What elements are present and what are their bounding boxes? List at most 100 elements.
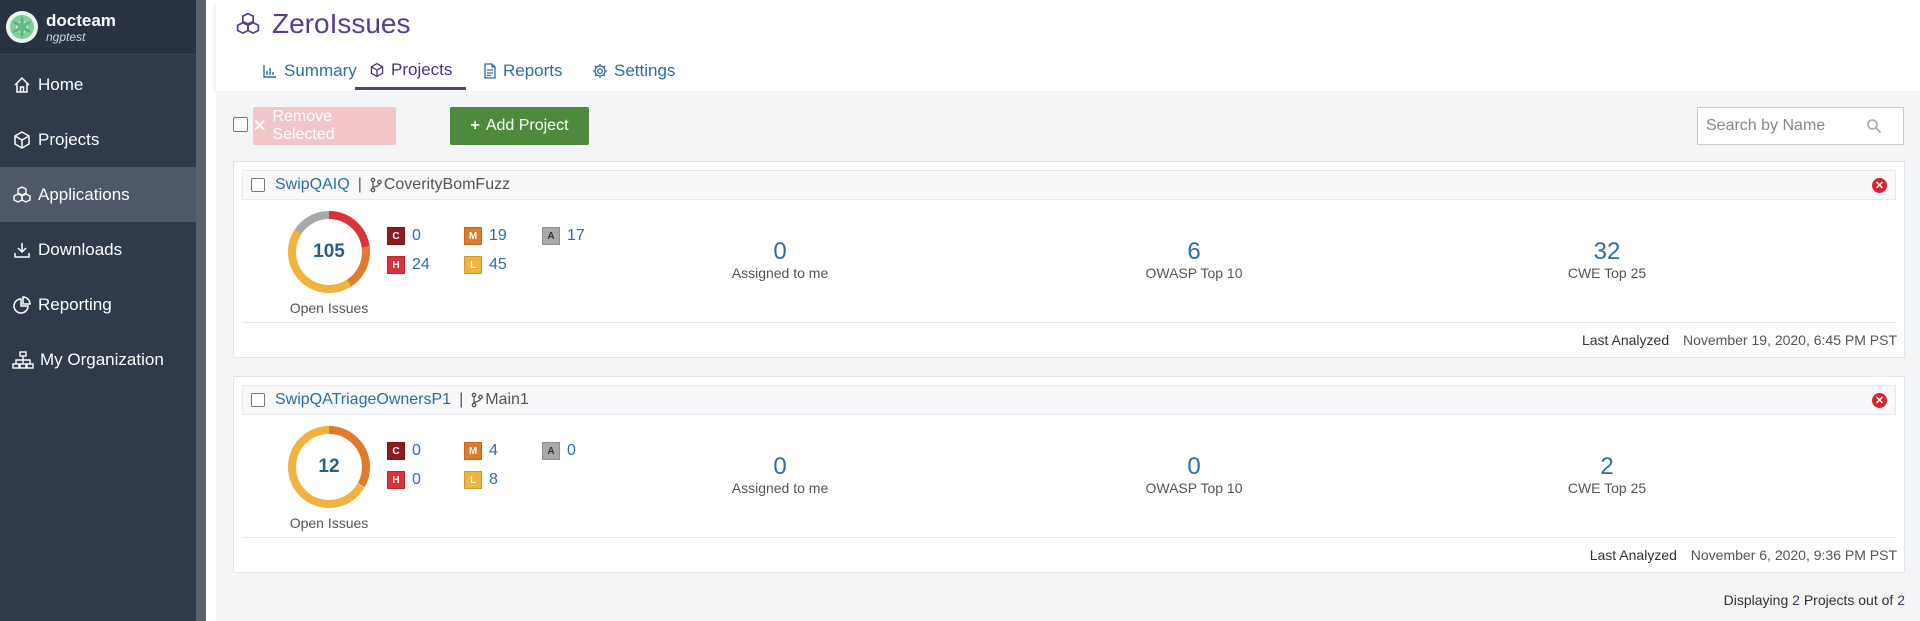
branch-icon <box>370 177 382 193</box>
tab-label: Settings <box>614 61 676 80</box>
footer-total: 2 <box>1897 592 1905 608</box>
branch-name: CoverityBomFuzz <box>383 176 511 193</box>
cwe-stat: 2 CWE Top 25 <box>1507 455 1707 497</box>
footer-prefix: Displaying <box>1723 592 1789 608</box>
open-issues-count[interactable]: 105 <box>287 210 371 294</box>
add-project-label: Add Project <box>485 117 569 134</box>
sidebar-item-home[interactable]: Home <box>0 57 196 112</box>
pagination-summary: Displaying 2 Projects out of 2 <box>1724 592 1905 608</box>
sidebar-item-label: Reporting <box>38 294 112 314</box>
project-name-link[interactable]: SwipQATriageOwnersP1 <box>275 391 451 409</box>
bar-chart-icon <box>263 65 276 78</box>
severity-high[interactable]: H 24 <box>387 256 430 274</box>
audit-badge: A <box>542 442 560 460</box>
open-issues-count[interactable]: 12 <box>287 425 371 509</box>
severity-medium[interactable]: M 19 <box>464 227 507 245</box>
tab-settings[interactable]: Settings <box>578 52 689 90</box>
severity-low[interactable]: L 8 <box>464 471 498 489</box>
add-project-button[interactable]: + Add Project <box>450 107 589 145</box>
close-icon: ✕ <box>253 118 267 135</box>
tab-label: Reports <box>503 61 563 80</box>
severity-count: 0 <box>412 442 421 459</box>
branch-label: Main1 <box>471 391 529 409</box>
severity-count: 0 <box>567 442 576 459</box>
last-analyzed-label: Last Analyzed <box>1581 332 1670 348</box>
critical-badge: C <box>387 442 405 460</box>
sidebar-item-reporting[interactable]: Reporting <box>0 277 196 332</box>
assigned-count[interactable]: 0 <box>680 240 880 264</box>
footer-shown: 2 <box>1792 592 1800 608</box>
owasp-label: OWASP Top 10 <box>1145 265 1243 281</box>
separator: | <box>357 176 362 193</box>
sidebar-item-my-organization[interactable]: My Organization <box>0 332 196 387</box>
branch-name: Main1 <box>485 391 529 408</box>
pie-chart-icon <box>13 295 31 314</box>
org-name: docteam <box>46 10 116 30</box>
low-badge: L <box>464 471 482 489</box>
page-title: ZeroIssues <box>234 8 411 40</box>
search-icon <box>1867 119 1882 134</box>
severity-count: 0 <box>412 227 421 244</box>
cwe-label: CWE Top 25 <box>1567 265 1647 281</box>
project-checkbox[interactable] <box>251 393 265 407</box>
tab-projects[interactable]: Projects <box>355 52 467 90</box>
sidebar-item-downloads[interactable]: Downloads <box>0 222 196 277</box>
severity-medium[interactable]: M 4 <box>464 442 498 460</box>
sidebar-item-label: Downloads <box>38 239 123 259</box>
high-badge: H <box>387 471 405 489</box>
project-card-header: SwipQAIQ | CoverityBomFuzz ✕ <box>242 170 1896 200</box>
open-issues-label: Open Issues <box>289 515 369 531</box>
last-analyzed: Last Analyzed November 19, 2020, 6:45 PM… <box>1582 332 1897 348</box>
org-switcher[interactable]: docteam ngptest <box>0 0 196 55</box>
projects-panel: ✕ Remove Selected + Add Project SwipQAIQ… <box>216 91 1920 621</box>
severity-count: 4 <box>489 442 498 459</box>
remove-project-icon[interactable]: ✕ <box>1872 393 1887 408</box>
cwe-count[interactable]: 32 <box>1507 240 1707 264</box>
severity-high[interactable]: H 0 <box>387 471 421 489</box>
project-name-link[interactable]: SwipQAIQ <box>275 176 350 194</box>
footer-middle: Projects out of <box>1803 592 1894 608</box>
severity-critical[interactable]: C 0 <box>387 442 421 460</box>
search-input[interactable] <box>1706 117 1866 135</box>
low-badge: L <box>464 256 482 274</box>
severity-count: 17 <box>567 227 585 244</box>
severity-low[interactable]: L 45 <box>464 256 507 274</box>
tab-reports[interactable]: Reports <box>469 52 577 90</box>
severity-audit[interactable]: A 0 <box>542 442 576 460</box>
sidebar-item-label: Applications <box>38 184 130 204</box>
assigned-count[interactable]: 0 <box>680 455 880 479</box>
severity-count: 8 <box>489 471 498 488</box>
project-card: SwipQATriageOwnersP1 | Main1 ✕ 12 Open I… <box>233 376 1905 573</box>
document-icon <box>484 63 496 79</box>
sidebar-item-applications[interactable]: Applications <box>0 167 196 222</box>
owasp-count[interactable]: 0 <box>1094 455 1294 479</box>
owasp-stat: 0 OWASP Top 10 <box>1094 455 1294 497</box>
remove-selected-label: Remove Selected <box>272 108 335 143</box>
remove-selected-button[interactable]: ✕ Remove Selected <box>253 107 396 145</box>
severity-count: 19 <box>489 227 507 244</box>
project-checkbox[interactable] <box>251 178 265 192</box>
sidebar-item-label: Projects <box>38 129 100 149</box>
page-header: ZeroIssues Summary Projects Reports Sett… <box>216 0 1920 91</box>
severity-critical[interactable]: C 0 <box>387 227 421 245</box>
assigned-label: Assigned to me <box>731 265 829 281</box>
card-divider <box>242 537 1896 538</box>
owasp-count[interactable]: 6 <box>1094 240 1294 264</box>
high-badge: H <box>387 256 405 274</box>
cube-icon <box>370 62 384 77</box>
assigned-to-me-stat: 0 Assigned to me <box>680 240 880 282</box>
medium-badge: M <box>464 227 482 245</box>
gear-icon <box>593 64 607 78</box>
cwe-count[interactable]: 2 <box>1507 455 1707 479</box>
select-all-checkbox[interactable] <box>233 117 248 132</box>
owasp-label: OWASP Top 10 <box>1145 480 1243 496</box>
open-issues-label: Open Issues <box>289 300 369 316</box>
sidebar-item-label: My Organization <box>40 349 164 369</box>
org-logo-icon <box>6 11 38 43</box>
severity-count: 0 <box>412 471 421 488</box>
severity-audit[interactable]: A 17 <box>542 227 585 245</box>
sidebar-item-projects[interactable]: Projects <box>0 112 196 167</box>
last-analyzed-label: Last Analyzed <box>1589 547 1677 563</box>
tab-summary[interactable]: Summary <box>248 52 371 90</box>
remove-project-icon[interactable]: ✕ <box>1872 178 1887 193</box>
